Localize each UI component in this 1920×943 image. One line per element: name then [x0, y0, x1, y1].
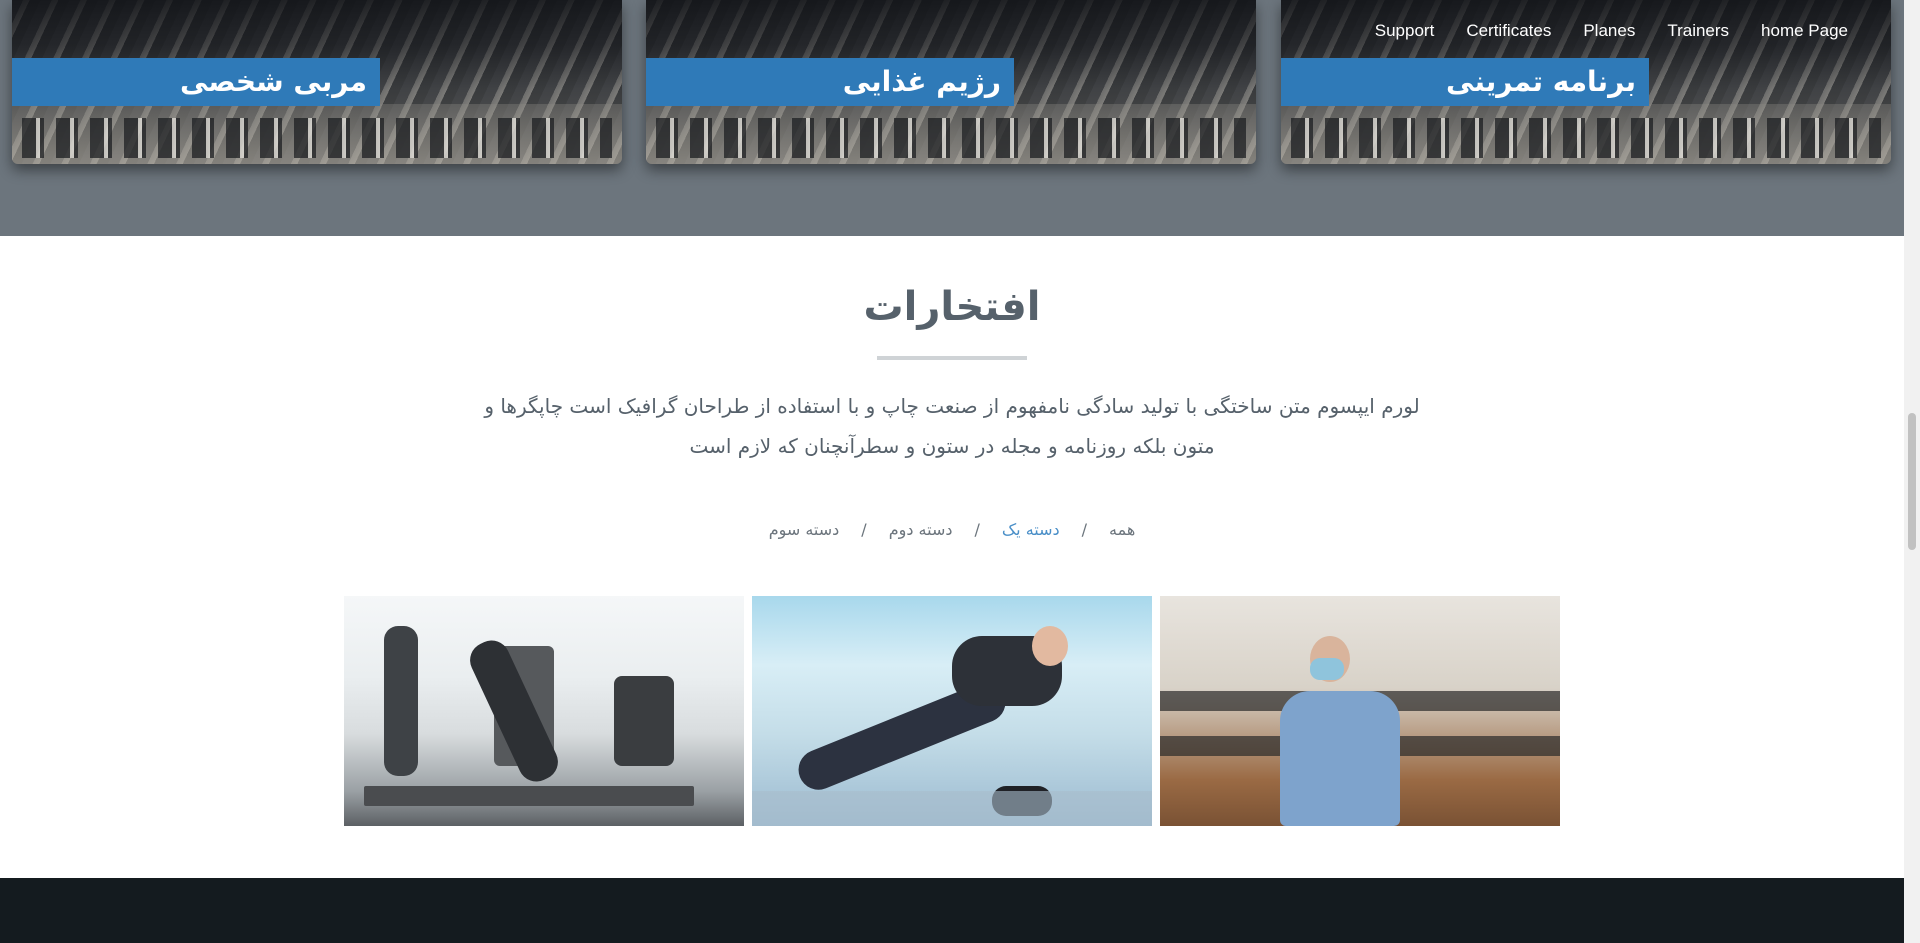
gallery-photo-trainer-deadlift[interactable]	[344, 596, 744, 826]
dumbbell-rack	[656, 118, 1246, 158]
filter-category-one[interactable]: دسته یک	[994, 520, 1068, 539]
dumbbell-rack	[22, 118, 612, 158]
filter-separator: /	[974, 520, 980, 539]
service-card-diet[interactable]: رژیم غذایی	[646, 0, 1256, 164]
achievements-title: افتخارات	[863, 284, 1041, 330]
filter-all[interactable]: همه	[1101, 520, 1143, 539]
service-card-personal-trainer[interactable]: مربی شخصی	[12, 0, 622, 164]
vertical-scrollbar[interactable]	[1904, 0, 1920, 943]
nav-trainers[interactable]: Trainers	[1667, 21, 1729, 41]
nav-certificates[interactable]: Certificates	[1466, 21, 1551, 41]
filter-category-two[interactable]: دسته دوم	[881, 520, 961, 539]
achievements-section: افتخارات لورم ایپسوم متن ساختگی با تولید…	[0, 236, 1904, 878]
title-underline	[877, 356, 1027, 360]
filter-category-three[interactable]: دسته سوم	[761, 520, 848, 539]
dumbbell-rack	[1291, 118, 1881, 158]
gallery-photo-dumbbell-row[interactable]	[752, 596, 1152, 826]
gallery-photo-masked-athlete[interactable]	[1160, 596, 1560, 826]
card-title: مربی شخصی	[180, 65, 367, 98]
nav-planes[interactable]: Planes	[1583, 21, 1635, 41]
card-title: رژیم غذایی	[842, 65, 1001, 98]
scrollbar-thumb[interactable]	[1908, 413, 1916, 550]
filter-separator: /	[1081, 520, 1088, 539]
filter-separator: /	[861, 520, 867, 539]
card-title: برنامه تمرینی	[1446, 65, 1636, 98]
page-footer	[0, 878, 1904, 943]
achievements-description: لورم ایپسوم متن ساختگی با تولید سادگی نا…	[484, 394, 1420, 458]
services-band: مربی شخصی رژیم غذایی برنامه تمرینی Suppo…	[0, 0, 1904, 236]
nav-support[interactable]: Support	[1375, 21, 1435, 41]
top-navbar: Support Certificates Planes Trainers hom…	[1375, 0, 1888, 62]
gallery-filters: همه / دسته یک / دسته دوم / دسته سوم	[0, 520, 1904, 539]
nav-home-page[interactable]: home Page	[1761, 21, 1848, 41]
achievements-gallery	[344, 596, 1560, 826]
